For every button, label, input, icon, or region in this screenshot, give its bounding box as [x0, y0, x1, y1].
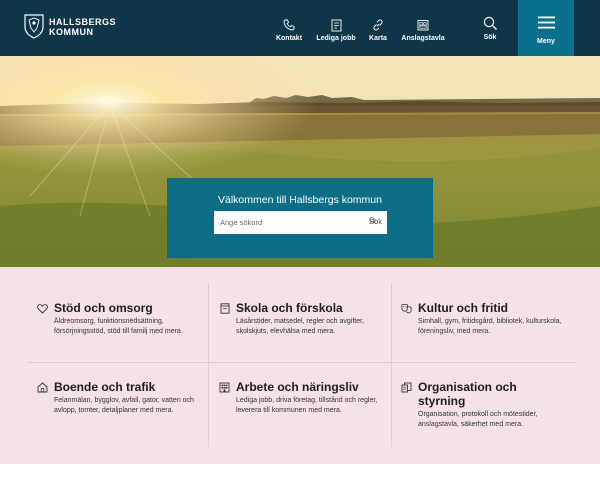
category-description: Läsårstider, matsedel, regler och avgift…	[236, 318, 365, 335]
document-icon	[331, 18, 342, 32]
search-icon	[369, 217, 376, 224]
phone-icon	[283, 18, 295, 32]
header-search-button[interactable]: Sök	[478, 0, 502, 56]
heart-icon	[37, 303, 48, 314]
menu-label: Meny	[537, 38, 555, 45]
hamburger-icon	[537, 16, 555, 34]
category-arbete-och-naringsliv[interactable]: Arbete och näringsliv Lediga jobb, driva…	[209, 362, 391, 442]
search-icon	[483, 15, 498, 31]
page-bottom	[0, 464, 600, 480]
category-skola-och-forskola[interactable]: Skola och förskola Läsårstider, matsedel…	[209, 283, 391, 363]
notice-board-icon	[417, 18, 429, 32]
nav-karta-label: Karta	[369, 35, 387, 42]
logo-line-1: HALLSBERGS	[49, 16, 117, 27]
category-title: Stöd och omsorg	[54, 301, 153, 315]
building-icon	[219, 382, 230, 393]
welcome-title: Välkommen till Hallsbergs kommun	[218, 194, 382, 206]
category-description: Lediga jobb, driva företag, tillstånd oc…	[236, 397, 378, 414]
coat-of-arms-icon	[24, 14, 44, 39]
nav-kontakt-label: Kontakt	[275, 35, 303, 42]
hero-banner: Välkommen till Hallsbergs kommun Sök	[0, 56, 600, 267]
header-search-label: Sök	[483, 34, 497, 41]
book-icon	[219, 303, 230, 314]
category-kultur-och-fritid[interactable]: Kultur och fritid Simhall, gym, fritidsg…	[391, 283, 573, 363]
category-boende-och-trafik[interactable]: Boende och trafik Felanmälan, bygglov, a…	[27, 362, 209, 442]
category-title: Organisation och styrning	[418, 380, 517, 408]
menu-button[interactable]: Meny	[518, 0, 574, 56]
category-title: Boende och trafik	[54, 380, 156, 394]
nav-lediga-jobb[interactable]: Lediga jobb	[315, 0, 357, 56]
category-grid: Stöd och omsorg Äldreomsorg, funktionsne…	[27, 283, 575, 447]
nav-karta[interactable]: Karta	[367, 0, 389, 56]
nav-lediga-jobb-label: Lediga jobb	[316, 35, 356, 42]
masks-icon	[401, 303, 412, 314]
hero-search-box: Sök	[214, 211, 387, 234]
category-description: Simhall, gym, fritidsgård, bibliotek, ku…	[418, 318, 562, 335]
category-description: Felanmälan, bygglov, avfall, gator, vatt…	[54, 397, 194, 414]
nav-anslagstavla[interactable]: Anslagstavla	[400, 0, 446, 56]
house-icon	[37, 382, 48, 393]
category-title: Kultur och fritid	[418, 301, 508, 315]
category-section: Stöd och omsorg Äldreomsorg, funktionsne…	[0, 267, 600, 464]
site-header: HALLSBERGS KOMMUN Kontakt Lediga jobb Ka…	[0, 0, 600, 56]
site-logo[interactable]: HALLSBERGS KOMMUN	[24, 14, 116, 39]
hero-search-input[interactable]	[214, 211, 344, 234]
organisation-icon	[401, 382, 412, 393]
category-description: Äldreomsorg, funktionsnedsättning, försö…	[54, 318, 183, 335]
category-title: Skola och förskola	[236, 301, 343, 315]
category-title: Arbete och näringsliv	[236, 380, 359, 394]
logo-text: HALLSBERGS KOMMUN	[49, 17, 116, 37]
nav-anslagstavla-label: Anslagstavla	[401, 35, 445, 42]
category-description: Organisation, protokoll och mötestider, …	[418, 411, 538, 428]
welcome-panel: Välkommen till Hallsbergs kommun Sök	[167, 178, 433, 258]
nav-kontakt[interactable]: Kontakt	[273, 0, 305, 56]
category-stod-och-omsorg[interactable]: Stöd och omsorg Äldreomsorg, funktionsne…	[27, 283, 209, 363]
category-organisation-och-styrning[interactable]: Organisation och styrning Organisation, …	[391, 362, 573, 442]
hero-search-button[interactable]: Sök	[369, 217, 382, 226]
link-icon	[372, 18, 384, 32]
logo-line-2: KOMMUN	[49, 26, 94, 37]
